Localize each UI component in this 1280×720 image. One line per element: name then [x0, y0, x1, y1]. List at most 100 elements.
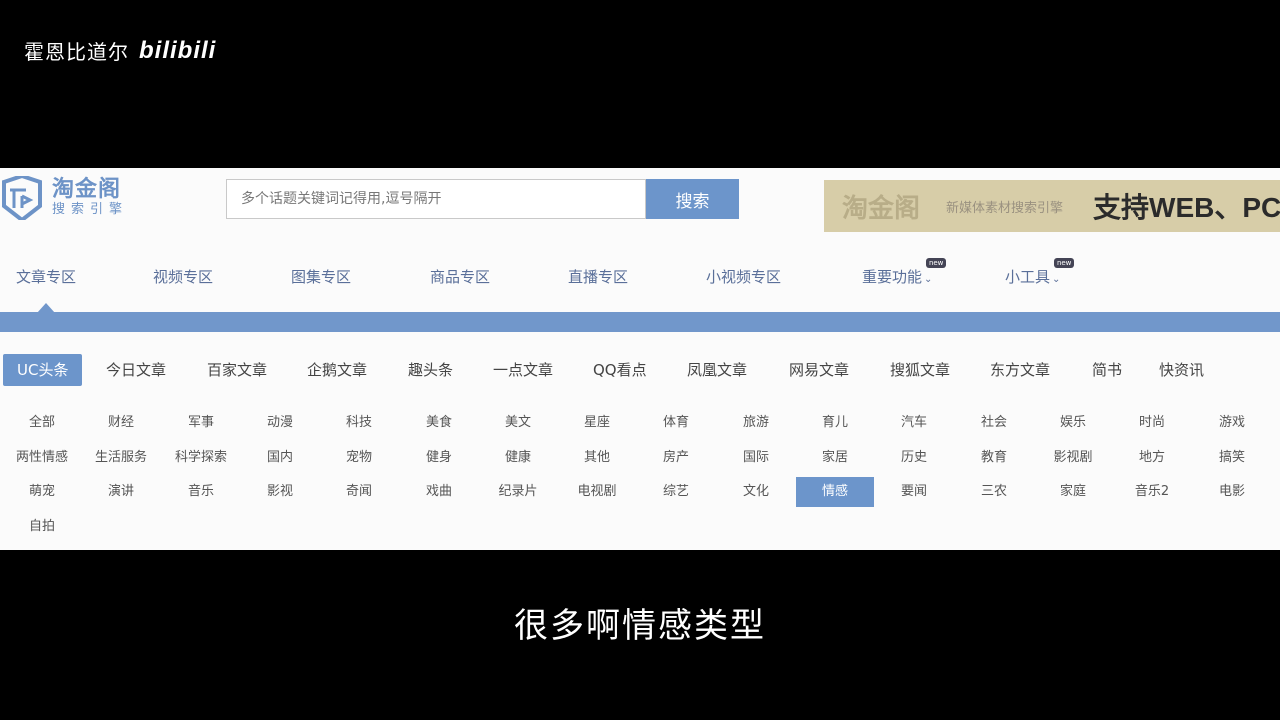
search-input[interactable]: [226, 179, 646, 219]
nav-label: 视频专区: [153, 268, 214, 286]
source-tab[interactable]: 快资讯: [1159, 354, 1204, 386]
category-item[interactable]: 旅游: [717, 408, 795, 438]
category-item[interactable]: 健康: [479, 443, 557, 473]
category-item[interactable]: 娱乐: [1034, 408, 1112, 438]
category-item[interactable]: 科技: [320, 408, 398, 438]
category-item[interactable]: 健身: [400, 443, 478, 473]
category-item[interactable]: 美文: [479, 408, 557, 438]
nav-item-features[interactable]: 重要功能 ⌄ new: [862, 258, 947, 287]
category-item[interactable]: 自拍: [3, 512, 81, 542]
nav-label: 小视频专区: [706, 268, 782, 286]
category-item[interactable]: 军事: [162, 408, 240, 438]
nav-item-tools[interactable]: 小工具 ⌄ new: [1005, 258, 1075, 287]
banner-slogan: 新媒体素材搜索引擎: [946, 200, 1064, 216]
bilibili-logo: bilibili: [139, 36, 217, 64]
category-item[interactable]: 音乐: [162, 477, 240, 507]
source-tab[interactable]: 趣头条: [408, 354, 453, 386]
source-tab[interactable]: 今日文章: [106, 354, 166, 386]
nav-label: 小工具: [1005, 268, 1051, 286]
category-item[interactable]: 生活服务: [82, 443, 160, 473]
category-item[interactable]: 教育: [955, 443, 1033, 473]
new-badge: new: [1053, 258, 1075, 268]
nav-item-live[interactable]: 直播专区: [568, 266, 628, 287]
category-item[interactable]: 游戏: [1193, 408, 1271, 438]
source-tab[interactable]: 百家文章: [207, 354, 267, 386]
category-item[interactable]: 房产: [637, 443, 715, 473]
nav-label: 商品专区: [430, 268, 491, 286]
main-nav: 文章专区 视频专区 图集专区 商品专区 直播专区 小视频专区 重要功能 ⌄ new…: [0, 258, 1280, 296]
category-item[interactable]: 两性情感: [3, 443, 81, 473]
category-item[interactable]: 全部: [3, 408, 81, 438]
category-item[interactable]: 其他: [558, 443, 636, 473]
category-item[interactable]: 宠物: [320, 443, 398, 473]
nav-item-articles[interactable]: 文章专区: [16, 266, 76, 287]
brand-name: 淘金阁: [52, 177, 122, 202]
nav-label: 图集专区: [291, 268, 352, 286]
source-tab[interactable]: 企鹅文章: [307, 354, 367, 386]
source-tab-uc[interactable]: UC头条: [3, 354, 83, 386]
nav-label: 直播专区: [568, 268, 629, 286]
source-tabs: UC头条 今日文章 百家文章 企鹅文章 趣头条 一点文章 QQ看点 凤凰文章 网…: [0, 354, 1280, 386]
watermark: 霍恩比道尔 bilibili: [24, 36, 216, 65]
nav-item-videos[interactable]: 视频专区: [153, 266, 213, 287]
watermark-author: 霍恩比道尔: [24, 40, 129, 64]
category-item[interactable]: 奇闻: [320, 477, 398, 507]
category-item[interactable]: 社会: [955, 408, 1033, 438]
category-item[interactable]: 戏曲: [400, 477, 478, 507]
brand-tagline: 搜索引擎: [52, 202, 129, 217]
nav-item-products[interactable]: 商品专区: [430, 266, 490, 287]
category-item[interactable]: 财经: [82, 408, 160, 438]
source-tab[interactable]: 一点文章: [493, 354, 553, 386]
category-item[interactable]: 电视剧: [558, 477, 636, 507]
category-item[interactable]: 星座: [558, 408, 636, 438]
category-item[interactable]: 电影: [1193, 477, 1271, 507]
nav-item-images[interactable]: 图集专区: [291, 266, 351, 287]
source-tab[interactable]: 搜狐文章: [890, 354, 950, 386]
category-item[interactable]: 历史: [875, 443, 953, 473]
source-tab[interactable]: QQ看点: [593, 354, 647, 386]
category-item[interactable]: 国内: [241, 443, 319, 473]
category-item[interactable]: 三农: [955, 477, 1033, 507]
source-tab[interactable]: 网易文章: [789, 354, 849, 386]
category-item[interactable]: 搞笑: [1193, 443, 1271, 473]
category-item[interactable]: 影视剧: [1034, 443, 1112, 473]
category-item[interactable]: 家庭: [1034, 477, 1112, 507]
category-item[interactable]: 时尚: [1113, 408, 1191, 438]
banner-support: 支持WEB、PC: [1093, 192, 1280, 223]
category-item[interactable]: 影视: [241, 477, 319, 507]
browser-page: 淘金阁 搜索引擎 搜索 淘金阁 新媒体素材搜索引擎 支持WEB、PC 文章专区 …: [0, 168, 1280, 550]
promo-banner[interactable]: 淘金阁 新媒体素材搜索引擎 支持WEB、PC: [824, 180, 1280, 232]
chevron-down-icon: ⌄: [924, 274, 933, 285]
nav-label: 重要功能: [862, 268, 923, 286]
source-tab[interactable]: 简书: [1092, 354, 1122, 386]
category-item[interactable]: 要闻: [875, 477, 953, 507]
chevron-down-icon: ⌄: [1052, 274, 1061, 285]
source-tab[interactable]: 东方文章: [990, 354, 1050, 386]
nav-item-short-videos[interactable]: 小视频专区: [706, 266, 781, 287]
nav-label: 文章专区: [16, 268, 77, 286]
new-badge: new: [925, 258, 947, 268]
category-item[interactable]: 科学探索: [162, 443, 240, 473]
category-item[interactable]: 体育: [637, 408, 715, 438]
category-item[interactable]: 地方: [1113, 443, 1191, 473]
category-item[interactable]: 国际: [717, 443, 795, 473]
category-item[interactable]: 美食: [400, 408, 478, 438]
category-item[interactable]: 文化: [717, 477, 795, 507]
category-item[interactable]: 情感: [796, 477, 874, 507]
category-item[interactable]: 育儿: [796, 408, 874, 438]
search-button[interactable]: 搜索: [646, 179, 739, 219]
category-item[interactable]: 动漫: [241, 408, 319, 438]
category-item[interactable]: 综艺: [637, 477, 715, 507]
category-item[interactable]: 萌宠: [3, 477, 81, 507]
category-item[interactable]: 音乐2: [1113, 477, 1191, 507]
category-item[interactable]: 演讲: [82, 477, 160, 507]
category-item[interactable]: 家居: [796, 443, 874, 473]
nav-underline-bar: [0, 312, 1280, 332]
video-subtitle: 很多啊情感类型: [514, 606, 766, 646]
source-tab[interactable]: 凤凰文章: [687, 354, 747, 386]
category-item[interactable]: 汽车: [875, 408, 953, 438]
category-item[interactable]: 纪录片: [479, 477, 557, 507]
brand-logo-icon: [0, 176, 44, 220]
banner-logo: 淘金阁: [842, 193, 921, 224]
site-brand[interactable]: 淘金阁 搜索引擎: [0, 176, 128, 220]
